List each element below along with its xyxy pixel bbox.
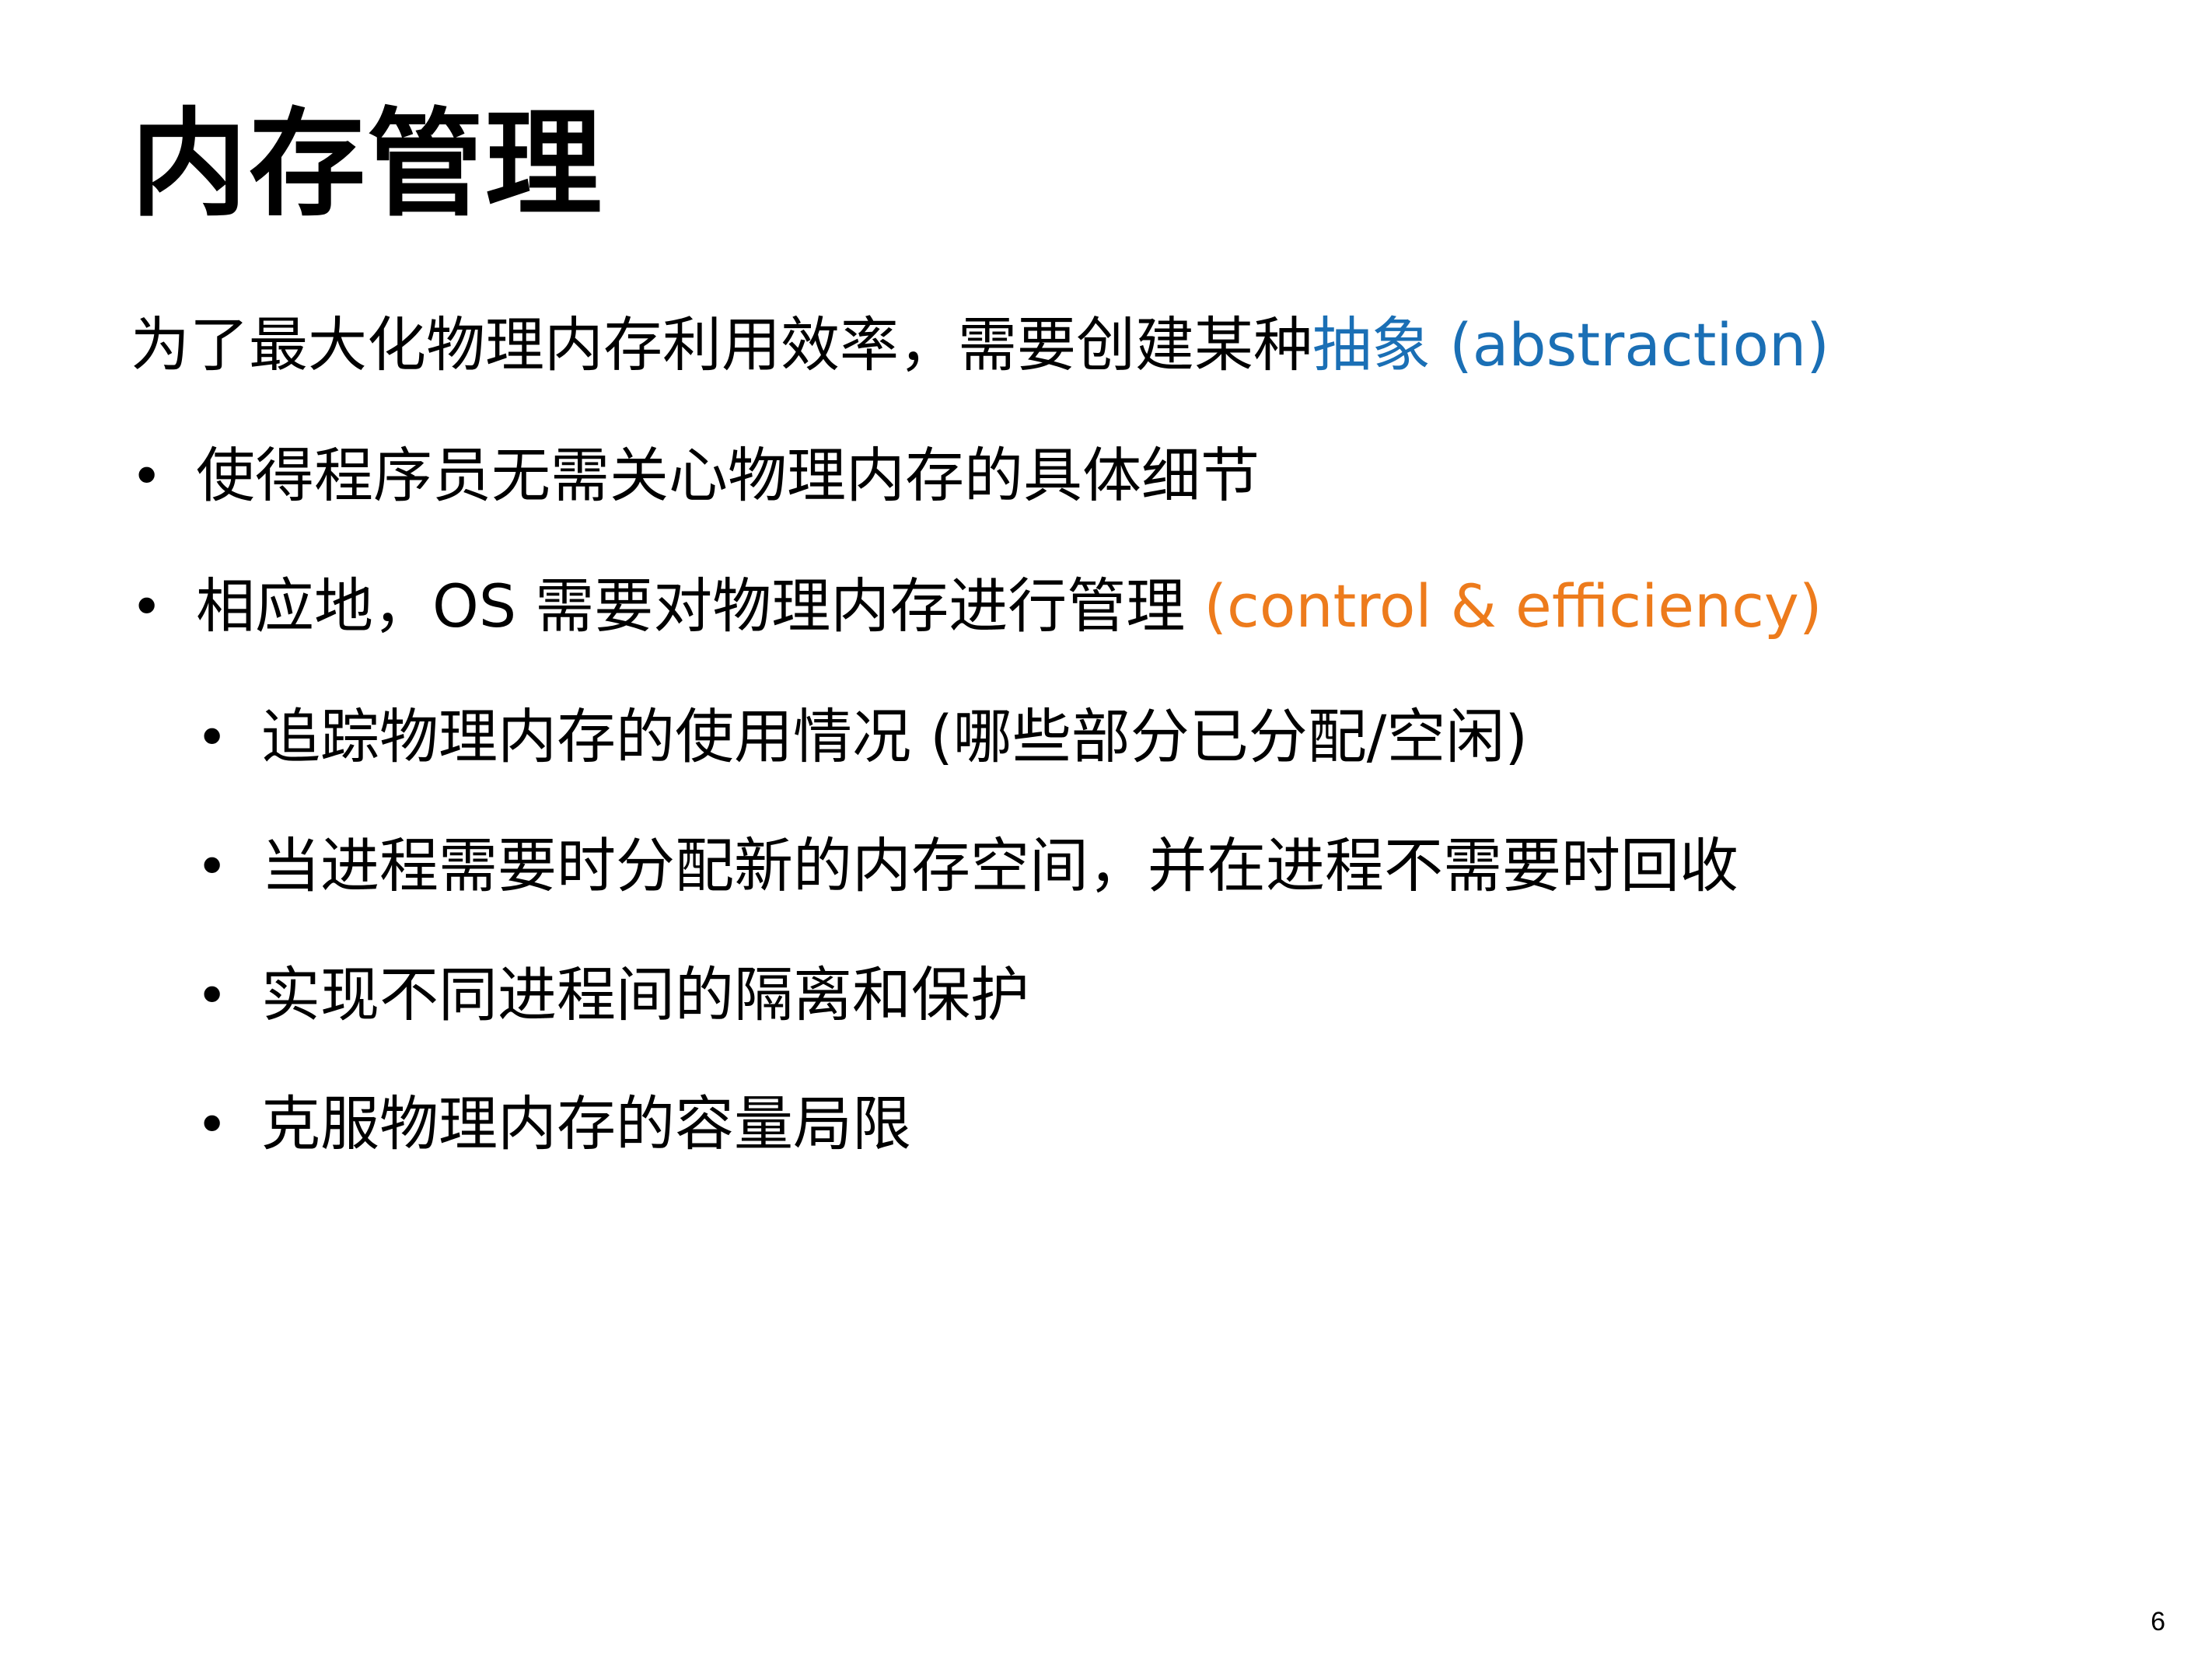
lead-text: 为了最大化物理内存利用效率，需要创建某种 bbox=[131, 310, 1312, 379]
sub-bullet-text: 追踪物理内存的使用情况 (哪些部分已分配/空闲) bbox=[261, 702, 1529, 771]
sub-bullet-text: 实现不同进程间的隔离和保护 bbox=[261, 960, 1029, 1029]
bullet-item: 使得程序员无需关心物理内存的具体细节 bbox=[196, 442, 1260, 509]
sub-bullet-marker: • bbox=[196, 706, 229, 770]
lead-highlight: 抽象 (abstraction) bbox=[1312, 310, 1829, 379]
slide-title: 内存管理 bbox=[131, 97, 604, 232]
sub-bullet-marker: • bbox=[196, 964, 229, 1028]
bullet-item: 相应地，OS 需要对物理内存进行管理 (control & efficiency… bbox=[196, 572, 1822, 640]
sub-bullet-text: 当进程需要时分配新的内存空间，并在进程不需要时回收 bbox=[261, 831, 1738, 900]
bullet-highlight: (control & efficiency) bbox=[1204, 571, 1822, 641]
bullet-text: 使得程序员无需关心物理内存的具体细节 bbox=[196, 441, 1260, 510]
sub-bullet-item: 实现不同进程间的隔离和保护 bbox=[261, 961, 1029, 1029]
sub-bullet-item: 当进程需要时分配新的内存空间，并在进程不需要时回收 bbox=[261, 832, 1738, 899]
sub-bullet-item: 克服物理内存的容量局限 bbox=[261, 1090, 911, 1158]
bullet-text: 相应地，OS 需要对物理内存进行管理 bbox=[196, 571, 1204, 641]
page-number: 6 bbox=[2151, 1607, 2165, 1636]
sub-bullet-text: 克服物理内存的容量局限 bbox=[261, 1089, 911, 1158]
bullet-marker: • bbox=[131, 445, 163, 508]
sub-bullet-item: 追踪物理内存的使用情况 (哪些部分已分配/空闲) bbox=[261, 703, 1528, 770]
sub-bullet-marker: • bbox=[196, 835, 229, 899]
lead-paragraph: 为了最大化物理内存利用效率，需要创建某种抽象 (abstraction) bbox=[131, 311, 1829, 379]
bullet-marker: • bbox=[131, 575, 163, 639]
sub-bullet-marker: • bbox=[196, 1093, 229, 1157]
